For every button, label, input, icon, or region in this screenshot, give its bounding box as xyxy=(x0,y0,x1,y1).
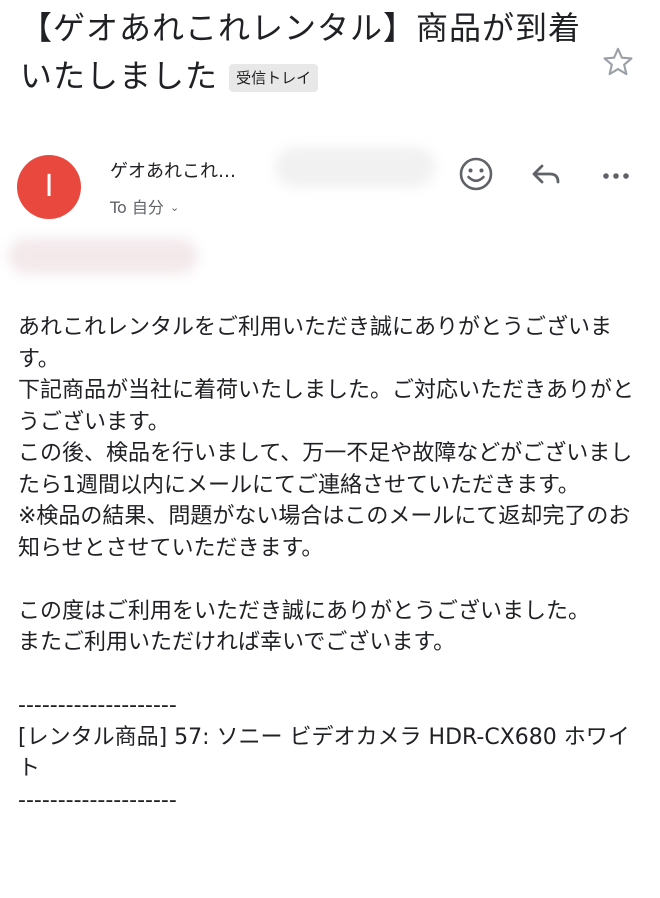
star-icon[interactable] xyxy=(600,44,636,80)
divider-line: -------------------- xyxy=(18,787,177,813)
reply-icon[interactable] xyxy=(526,154,566,194)
body-line: またご利用いただければ幸いでございます。 xyxy=(18,630,456,655)
rental-item: [レンタル商品] 57: ソニー ビデオカメラ HDR-CX680 ホワイト xyxy=(18,724,630,782)
recipient-label: To 自分 xyxy=(110,198,164,217)
emoji-icon[interactable] xyxy=(456,154,496,194)
subject-row: 【ゲオあれこれレンタル】商品が到着いたしました 受信トレイ xyxy=(20,4,590,100)
body-line: 下記商品が当社に着荷いたしました。ご対応いただきありがとうございます。 xyxy=(18,378,635,435)
body-line: ※検品の結果、問題がない場合はこのメールにて返却完了のお知らせとさせていただきま… xyxy=(18,504,631,561)
redacted-date xyxy=(8,238,198,274)
more-icon[interactable] xyxy=(596,154,636,194)
body-line: この後、検品を行いまして、万一不足や故障などがございましたら1週間以内にメールに… xyxy=(18,441,633,498)
body-line: あれこれレンタルをご利用いただき誠にありがとうございます。 xyxy=(18,315,613,372)
redacted-sender-address xyxy=(275,147,435,187)
chevron-down-icon: ⌄ xyxy=(169,201,180,214)
divider-line: -------------------- xyxy=(18,693,177,718)
body-line: この度はご利用をいただき誠にありがとうございました。 xyxy=(18,598,591,624)
folder-chip[interactable]: 受信トレイ xyxy=(229,63,319,92)
email-body: あれこれレンタルをご利用いただき誠にありがとうございます。 下記商品が当社に着荷… xyxy=(18,312,642,816)
recipient-line[interactable]: To 自分 ⌄ xyxy=(110,197,179,221)
sender-name[interactable]: ゲオあれこれ… xyxy=(110,160,236,184)
sender-avatar[interactable]: I xyxy=(17,155,81,219)
